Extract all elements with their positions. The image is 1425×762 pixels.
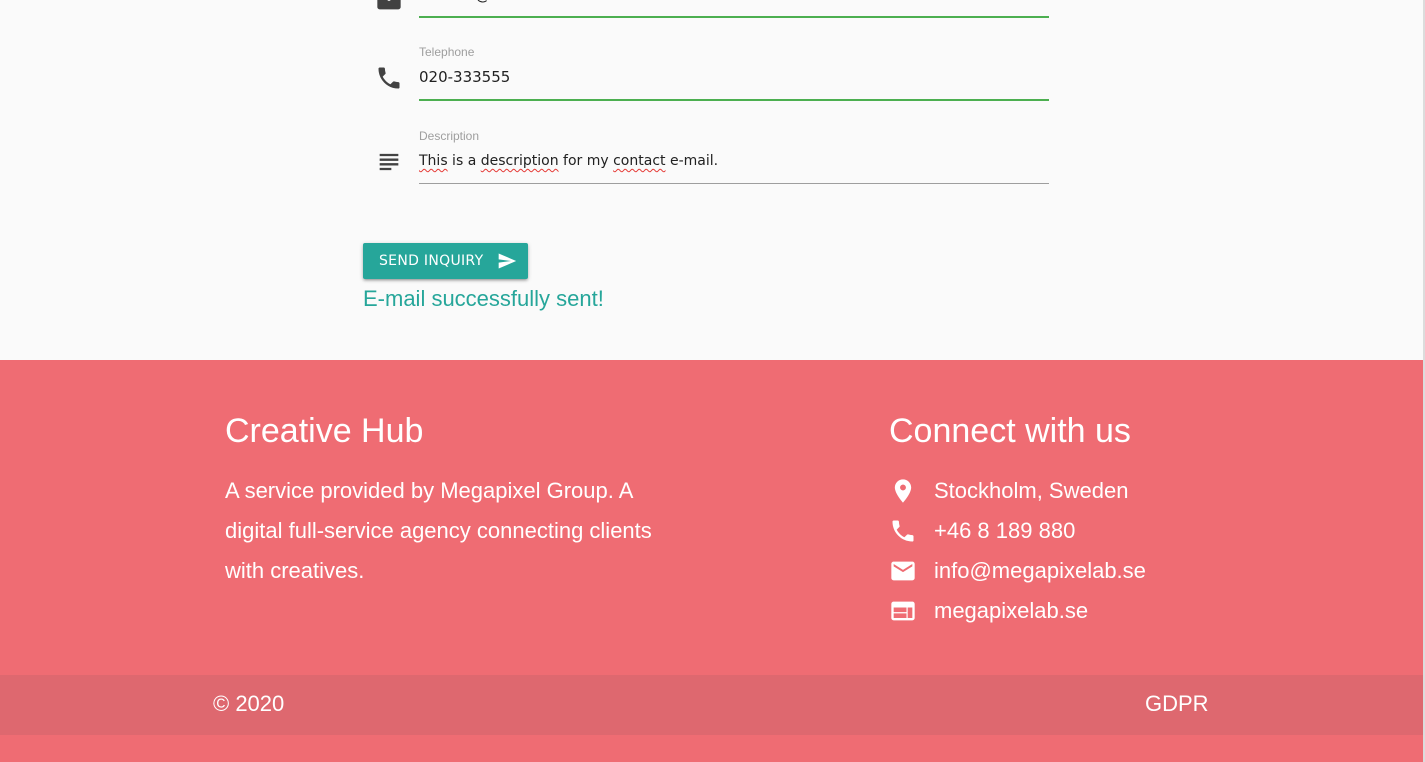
send-inquiry-button[interactable]: SEND INQUIRY bbox=[363, 243, 528, 279]
phone-icon bbox=[892, 520, 914, 542]
description-word: is a bbox=[447, 153, 481, 169]
contact-item-email: info@megapixelab.se bbox=[889, 551, 1146, 591]
location-pin-icon bbox=[894, 479, 912, 503]
description-word: e-mail. bbox=[665, 153, 719, 169]
description-word: contact bbox=[613, 153, 666, 169]
description-label: Description bbox=[419, 129, 480, 143]
phone-icon bbox=[378, 67, 400, 89]
contact-location-text: Stockholm, Sweden bbox=[934, 478, 1129, 503]
footer-about-text: A service provided by Megapixel Group. A… bbox=[225, 478, 652, 583]
contact-email-text: info@megapixelab.se bbox=[934, 558, 1146, 583]
contact-list: Stockholm, Sweden +46 8 189 880 info@meg… bbox=[889, 471, 1146, 631]
gdpr-link[interactable]: GDPR bbox=[1145, 691, 1209, 717]
description-word: for my bbox=[558, 153, 614, 169]
description-word: This bbox=[419, 153, 448, 169]
footer: Creative Hub A service provided by Megap… bbox=[0, 360, 1425, 762]
description-input[interactable]: This is a description for my contact e-m… bbox=[419, 153, 1049, 175]
email-input-underline bbox=[419, 16, 1049, 18]
telephone-label: Telephone bbox=[419, 45, 475, 59]
copyright-text: © 2020 bbox=[213, 691, 285, 716]
contact-form: contact@email.com Telephone 020-333555 D… bbox=[0, 0, 1425, 360]
description-input-underline bbox=[419, 183, 1049, 184]
telephone-input-underline bbox=[419, 99, 1049, 101]
contact-phone-text: +46 8 189 880 bbox=[934, 518, 1076, 543]
contact-item-location: Stockholm, Sweden bbox=[889, 471, 1146, 511]
email-icon bbox=[891, 561, 915, 581]
footer-about-title: Creative Hub bbox=[225, 412, 424, 450]
telephone-input[interactable]: 020-333555 bbox=[419, 68, 1049, 92]
success-message: E-mail successfully sent! bbox=[363, 286, 604, 311]
email-input[interactable]: contact@email.com bbox=[419, 0, 1049, 10]
telephone-field: Telephone 020-333555 bbox=[363, 44, 1049, 104]
email-icon bbox=[377, 0, 401, 10]
page: contact@email.com Telephone 020-333555 D… bbox=[0, 0, 1425, 762]
email-field: contact@email.com bbox=[363, 0, 1049, 18]
send-inquiry-label: SEND INQUIRY bbox=[379, 253, 484, 269]
description-word: description bbox=[480, 153, 559, 169]
contact-web-text: megapixelab.se bbox=[934, 598, 1089, 623]
web-icon bbox=[891, 601, 915, 621]
contact-item-web: megapixelab.se bbox=[889, 591, 1146, 631]
subject-icon bbox=[379, 153, 399, 171]
footer-connect-title: Connect with us bbox=[889, 412, 1131, 450]
description-field: Description This is a description for my… bbox=[363, 128, 1049, 188]
copyright-bar: © 2020 GDPR bbox=[0, 675, 1425, 735]
send-icon bbox=[499, 253, 517, 269]
contact-item-phone: +46 8 189 880 bbox=[889, 511, 1146, 551]
